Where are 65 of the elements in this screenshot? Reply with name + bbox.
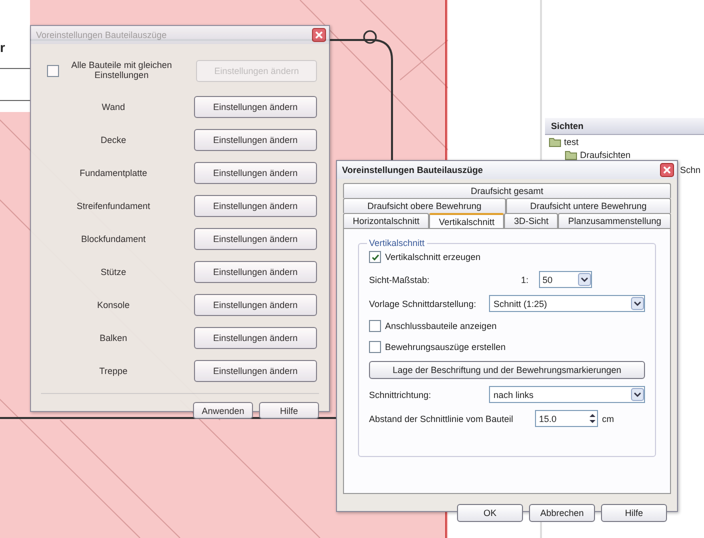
group-title: Vertikalschnitt [367,238,427,248]
component-label: Decke [100,134,128,144]
dialog-button[interactable]: OK [457,504,523,522]
settings-button[interactable]: Einstellungen ändern [194,96,317,118]
settings-button[interactable]: Einstellungen ändern [194,294,317,316]
component-label: Wand [100,102,126,112]
tab[interactable]: Planzusammenstellung [558,213,672,228]
component-label: Balken [98,332,128,342]
component-label: Blockfundament [80,234,147,244]
panel-text: r [0,40,6,55]
close-icon[interactable] [312,28,326,42]
dialog-button[interactable]: Abbrechen [529,504,595,522]
tree-item[interactable]: Draufsichten [580,150,631,160]
field-label: Abstand der Schnittlinie vom Bauteil [369,414,514,424]
settings-button[interactable]: Einstellungen ändern [194,128,317,150]
spinner-icon[interactable] [588,412,597,425]
checkbox-label: Bewehrungsauszüge erstellen [385,342,506,352]
checkbox-label: Vertikalschnitt erzeugen [385,252,481,262]
field-value: 15.0 [539,414,557,424]
dialog-button[interactable]: Hilfe [601,504,667,522]
checkbox[interactable] [369,251,381,263]
component-label: Stütze [100,266,128,276]
partial-label: Schn [680,165,701,175]
checkbox[interactable] [369,320,381,332]
tab[interactable]: Vertikalschnitt [429,213,504,228]
scale-prefix: 1: [521,274,529,284]
close-icon[interactable] [660,163,674,177]
component-label: Konsole [96,300,131,310]
tab[interactable]: Draufsicht untere Bewehrung [506,198,671,213]
tab[interactable]: Horizontalschnitt [343,213,430,228]
settings-button[interactable]: Einstellungen ändern [194,360,317,382]
field-label: Vorlage Schnittdarstellung: [369,298,478,308]
tab[interactable]: 3D-Sicht [504,213,558,228]
dropdown-value: 50 [542,274,553,284]
settings-button[interactable]: Einstellungen ändern [194,162,317,184]
dropdown[interactable]: Schnitt (1:25) [489,295,645,312]
tab[interactable]: Draufsicht gesamt [343,183,671,198]
field-label: Sicht-Maßstab: [369,274,431,284]
number-field[interactable]: 15.0 [535,410,598,427]
field-label: Schnittrichtung: [369,390,432,400]
tab[interactable]: Draufsicht obere Bewehrung [343,198,506,213]
dropdown[interactable]: 50 [538,271,592,288]
dropdown[interactable]: nach links [489,386,645,403]
dialog-title: Voreinstellungen Bauteilauszüge [342,165,483,175]
checkbox[interactable] [47,65,59,77]
tree-item[interactable]: test [564,136,579,146]
panel-header: Sichten [545,118,704,135]
component-label: Treppe [98,366,128,376]
checkbox-label: Anschlussbauteile anzeigen [385,321,497,331]
dropdown-value: nach links [493,390,534,400]
component-label: Streifenfundament [76,200,152,210]
unit-label: cm [602,414,614,424]
component-label: Fundamentplatte [78,168,148,178]
settings-button[interactable]: Einstellungen ändern [194,194,317,216]
settings-button[interactable]: Lage der Beschriftung und der Bewehrungsmarkierungen [369,361,645,379]
dialog-button[interactable]: Anwenden [193,402,253,419]
check-icon [370,252,380,262]
dialog-button[interactable]: Hilfe [259,402,319,419]
dropdown-value: Schnitt (1:25) [493,298,547,308]
settings-button[interactable]: Einstellungen ändern [194,228,317,250]
settings-button[interactable]: Einstellungen ändern [194,260,317,282]
checkbox[interactable] [369,341,381,353]
settings-button[interactable]: Einstellungen ändern [194,326,317,348]
checkbox-label: Alle Bauteile mit gleichen Einstellungen [70,61,173,81]
dialog-title: Voreinstellungen Bauteilauszüge [36,30,167,40]
